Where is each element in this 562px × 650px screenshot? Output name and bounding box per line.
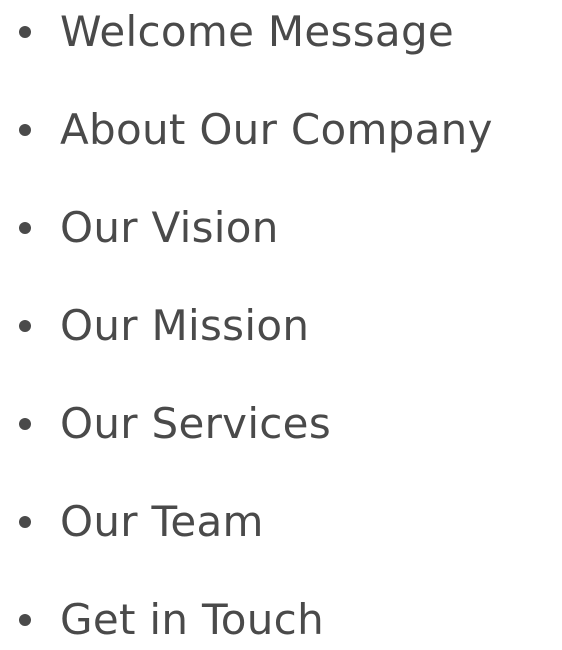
bullet-icon <box>19 26 31 38</box>
bullet-icon <box>19 124 31 136</box>
nav-link-our-team[interactable]: Our Team <box>60 492 264 552</box>
bullet-icon <box>19 614 31 626</box>
bullet-icon <box>19 418 31 430</box>
nav-link-our-mission[interactable]: Our Mission <box>60 296 309 356</box>
nav-link-our-vision[interactable]: Our Vision <box>60 198 279 258</box>
nav-link-welcome-message[interactable]: Welcome Message <box>60 2 454 62</box>
bullet-icon <box>19 516 31 528</box>
bullet-icon <box>19 222 31 234</box>
nav-link-get-in-touch[interactable]: Get in Touch <box>60 590 324 650</box>
bullet-icon <box>19 320 31 332</box>
nav-link-about-our-company[interactable]: About Our Company <box>60 100 493 160</box>
nav-link-our-services[interactable]: Our Services <box>60 394 331 454</box>
